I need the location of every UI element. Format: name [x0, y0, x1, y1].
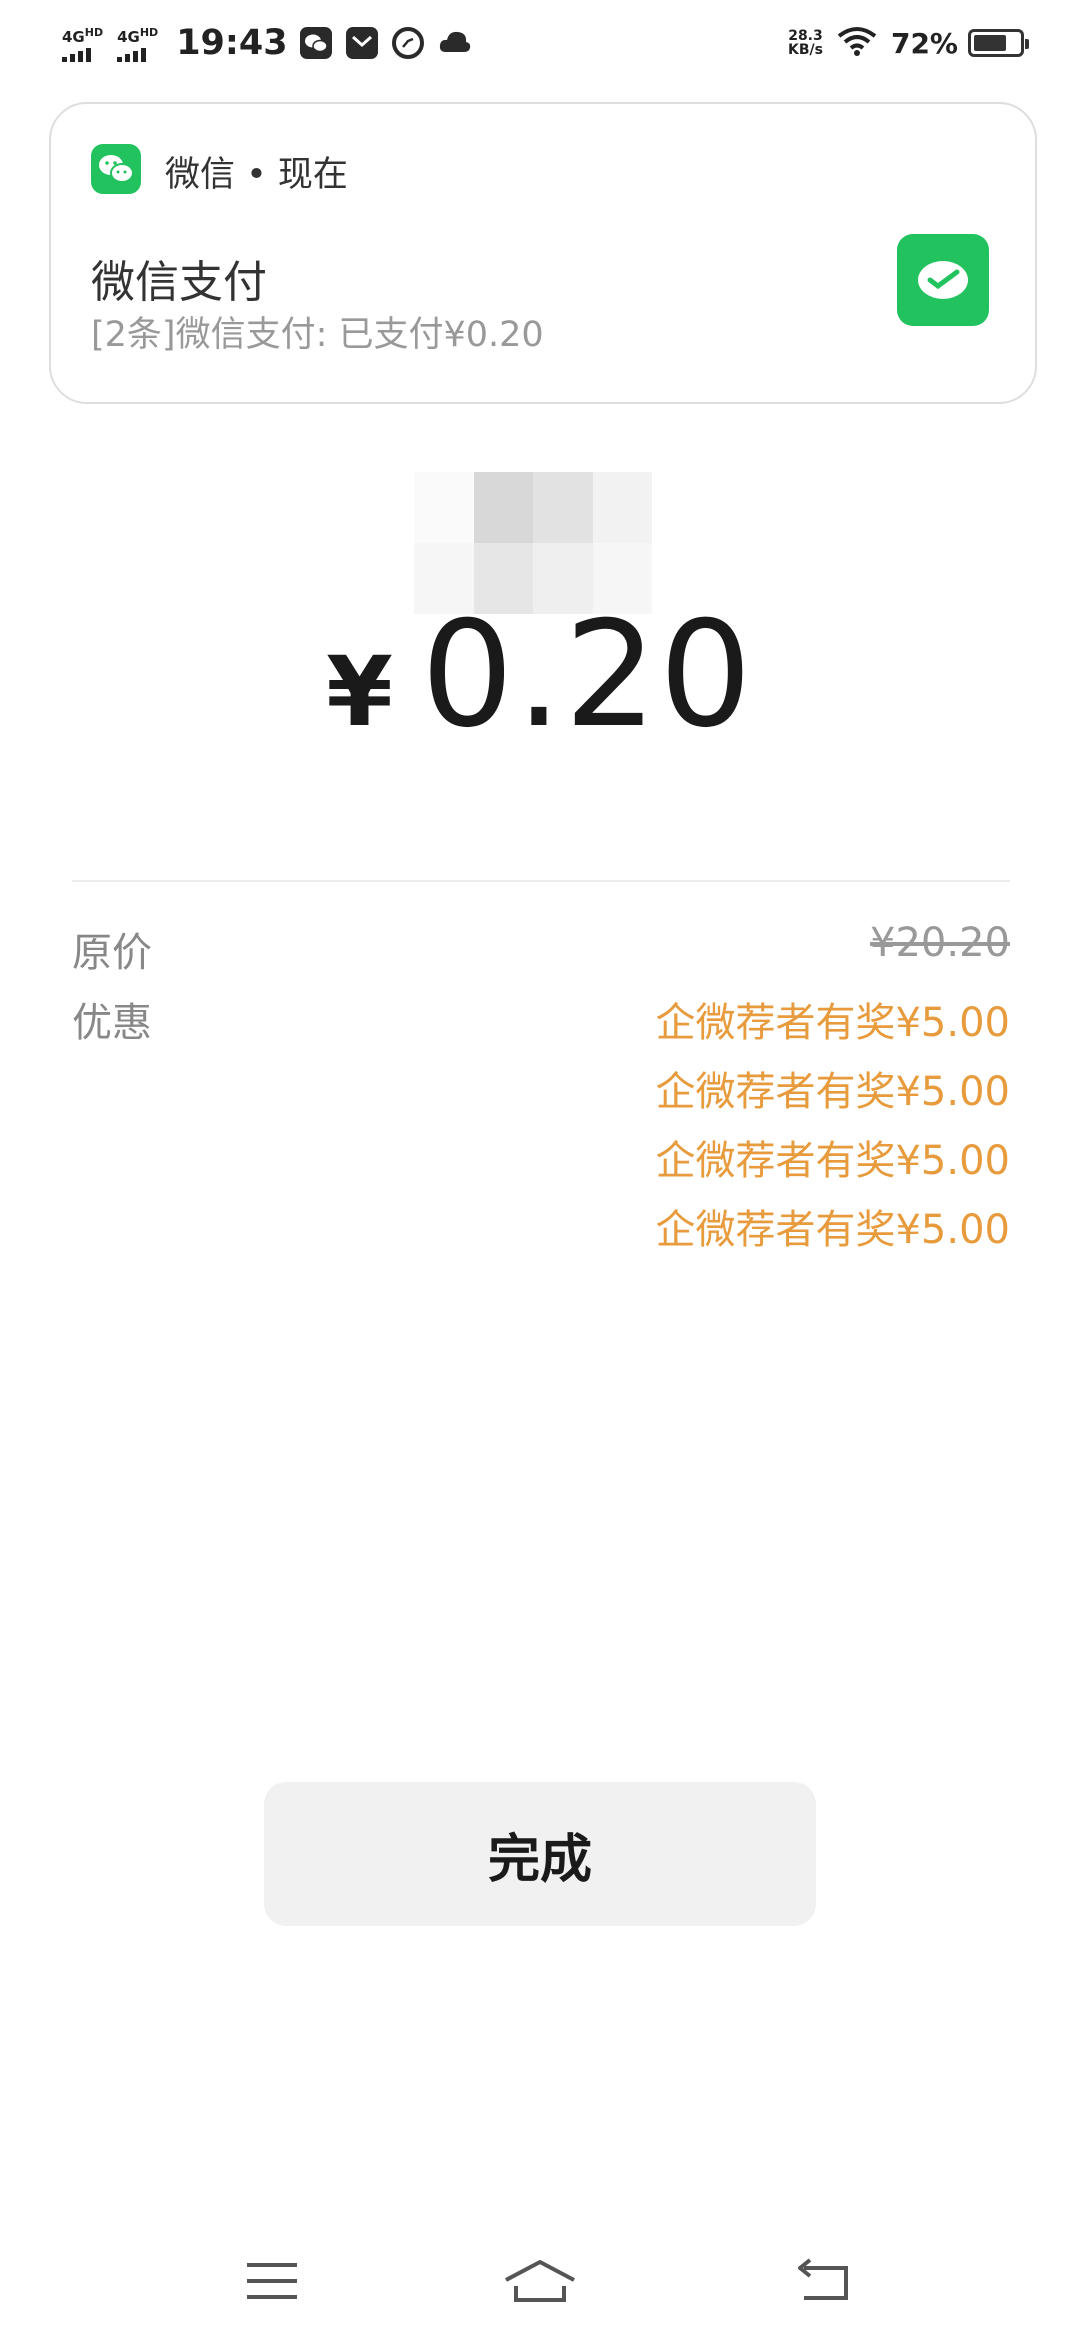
- divider: [72, 880, 1010, 882]
- discount-item: 企微荐者有奖¥5.00: [655, 1069, 1010, 1115]
- notification-title: 微信支付: [91, 257, 267, 308]
- home-icon[interactable]: [500, 2246, 580, 2316]
- amount-value: 0.20: [420, 590, 754, 760]
- discount-item: 企微荐者有奖¥5.00: [655, 1207, 1010, 1253]
- currency-symbol: ¥: [326, 636, 393, 748]
- signal-2-sup: HD: [139, 25, 159, 39]
- signal-bars-icon: [62, 47, 91, 62]
- signal-1-label: 4G: [62, 27, 85, 46]
- discount-label: 优惠: [72, 1000, 152, 1046]
- net-speed-unit: KB/s: [788, 42, 823, 58]
- status-left: 4GHD 4GHD 19:43: [62, 23, 472, 63]
- signal-1: 4GHD: [62, 25, 103, 62]
- mail-status-icon: [345, 27, 378, 59]
- discount-item: 企微荐者有奖¥5.00: [655, 1138, 1010, 1184]
- cloud-status-icon: [438, 28, 472, 58]
- wechat-pay-icon: [897, 234, 989, 326]
- signal-2: 4GHD: [117, 25, 158, 62]
- menu-icon[interactable]: [232, 2246, 312, 2316]
- notification-body: [2条]微信支付: 已支付¥0.20: [91, 315, 544, 355]
- notification-card[interactable]: 微信 • 现在 微信支付 [2条]微信支付: 已支付¥0.20: [49, 102, 1037, 404]
- battery-icon: [968, 29, 1029, 57]
- original-price-value: ¥20.20: [870, 920, 1010, 966]
- signal-1-sup: HD: [84, 25, 104, 39]
- back-icon[interactable]: [784, 2246, 864, 2316]
- net-speed: 28.3 KB/s: [788, 29, 823, 57]
- signal-bars-icon: [117, 47, 147, 62]
- original-price-label: 原价: [72, 930, 152, 976]
- done-button[interactable]: 完成: [264, 1782, 816, 1926]
- battery-percent: 72%: [890, 26, 958, 60]
- status-time: 19:43: [176, 23, 288, 63]
- payment-amount: ¥ 0.20: [0, 590, 1080, 760]
- signal-2-label: 4G: [117, 27, 140, 46]
- wechat-status-icon: [299, 27, 332, 59]
- status-right: 28.3 KB/s 72%: [788, 26, 1029, 60]
- discount-item: 企微荐者有奖¥5.00: [655, 1000, 1010, 1046]
- net-speed-value: 28.3: [788, 28, 823, 44]
- speedometer-status-icon: [391, 27, 424, 59]
- notification-app-name: 微信 • 现在: [165, 155, 348, 195]
- wifi-icon: [837, 26, 877, 60]
- navigation-bar: [0, 2230, 1080, 2330]
- status-bar: 4GHD 4GHD 19:43 28.3 KB/s 72%: [0, 0, 1080, 86]
- wechat-icon: [91, 144, 141, 194]
